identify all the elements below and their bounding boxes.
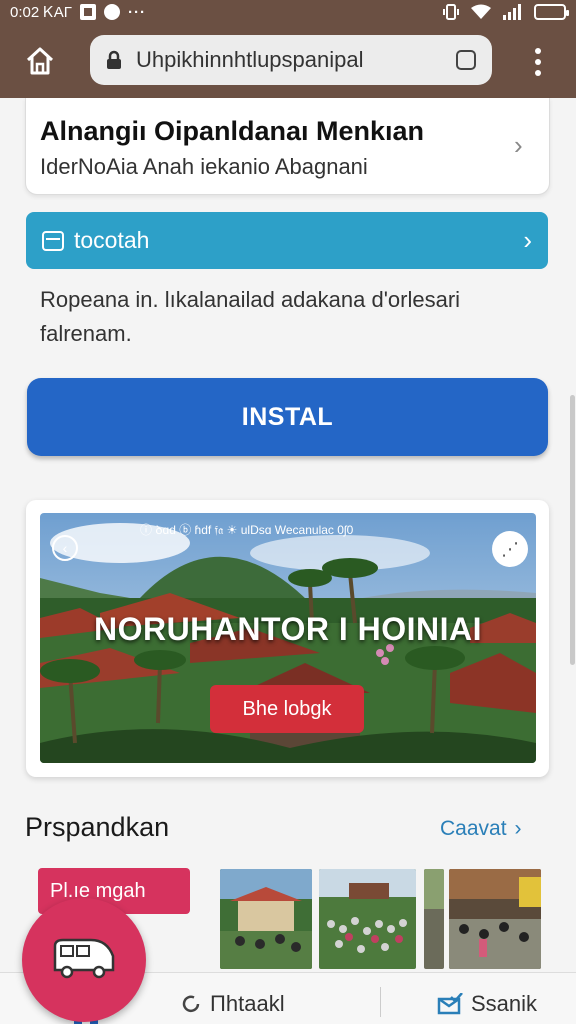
chevron-right-icon: › (523, 225, 532, 255)
see-all-label: Caavat (440, 817, 507, 840)
app-title: Alnangiı Oipanldanaı Menkıan (40, 116, 425, 146)
floating-action-button[interactable] (22, 898, 146, 1022)
nav-item-2-label: Πhtaakl (210, 991, 285, 1016)
app-status-icon (103, 4, 120, 20)
install-button[interactable]: INSTAL (27, 378, 548, 456)
hero-cta-button[interactable]: Bhe lobgk (210, 685, 364, 733)
thumbnail-crowd[interactable] (319, 869, 416, 969)
market-photo (449, 869, 541, 969)
nav-item-3-label: Ssanik (471, 991, 538, 1016)
home-icon (26, 47, 54, 75)
street-photo (424, 869, 444, 969)
banner-label: tocotah (74, 227, 150, 253)
chevron-right-icon: › (514, 817, 522, 840)
thumbnail-narrow[interactable] (424, 869, 444, 969)
vibrate-icon (443, 4, 459, 20)
thumbnail-gazebo[interactable] (220, 869, 312, 969)
app-info-card[interactable]: Alnangiı Oipanldanaı Menkıan IderNoAia A… (25, 98, 550, 195)
lock-icon (107, 50, 121, 69)
hero-image[interactable]: ⓘ ꝺɑd ⓑ ɦdf 𝔣𝔞 ☀ ulDsɑ Wecanulac 0ʃ0 ‹ ⋰… (40, 513, 536, 763)
info-banner[interactable]: tocotah › (26, 212, 548, 269)
thumbnail-market[interactable] (449, 869, 541, 969)
gazebo-photo (220, 869, 312, 969)
hero-title: NORUHANTOR I HOINIAI (93, 611, 483, 647)
card-icon (42, 230, 64, 251)
nav-divider (380, 987, 381, 1017)
description-text: Ropeana in. lıkalanailad adakana d'orles… (40, 287, 461, 346)
status-time: 0:02 ᏦAΓ (10, 3, 72, 21)
see-all-link[interactable]: Caavat › (440, 817, 522, 841)
refresh-icon (182, 995, 200, 1013)
status-bar: 0:02 ᏦAΓ ··· (0, 0, 576, 24)
hero-overlay-text: ⓘ ꝺɑd ⓑ ɦdf 𝔣𝔞 ☀ ulDsɑ Wecanulac 0ʃ0 (140, 523, 354, 537)
wifi-icon (471, 4, 491, 19)
battery-icon (534, 4, 569, 20)
bus-icon (53, 938, 115, 979)
nav-item-2[interactable]: Πhtaakl (180, 991, 285, 1017)
overflow-menu-button[interactable] (524, 44, 552, 80)
status-more-indicator: ··· (127, 3, 146, 21)
browser-toolbar: Uhpіkhinnhtlupspanipal (0, 24, 576, 98)
mail-check-icon (437, 993, 463, 1015)
signal-icon (503, 4, 521, 20)
url-text: Uhpіkhinnhtlupspanipal (136, 47, 364, 72)
crowd-photo (319, 869, 416, 969)
section-title: Prspandkan (25, 812, 170, 842)
chevron-right-icon: › (514, 130, 523, 160)
notification-icon (79, 4, 96, 20)
scrollbar[interactable] (570, 395, 575, 665)
nav-item-3[interactable]: Ssanik (437, 991, 537, 1017)
back-circle-icon[interactable]: ‹ (52, 535, 78, 561)
app-subtitle: IderNoAia Anah iekanio Abagnani (40, 154, 368, 179)
share-icon[interactable]: ⋰ (492, 531, 528, 567)
hero-card: ⓘ ꝺɑd ⓑ ɦdf 𝔣𝔞 ☀ ulDsɑ Wecanulac 0ʃ0 ‹ ⋰… (26, 500, 549, 777)
tabs-icon[interactable] (456, 50, 476, 70)
home-button[interactable] (22, 43, 58, 79)
address-bar[interactable]: Uhpіkhinnhtlupspanipal (90, 35, 492, 85)
